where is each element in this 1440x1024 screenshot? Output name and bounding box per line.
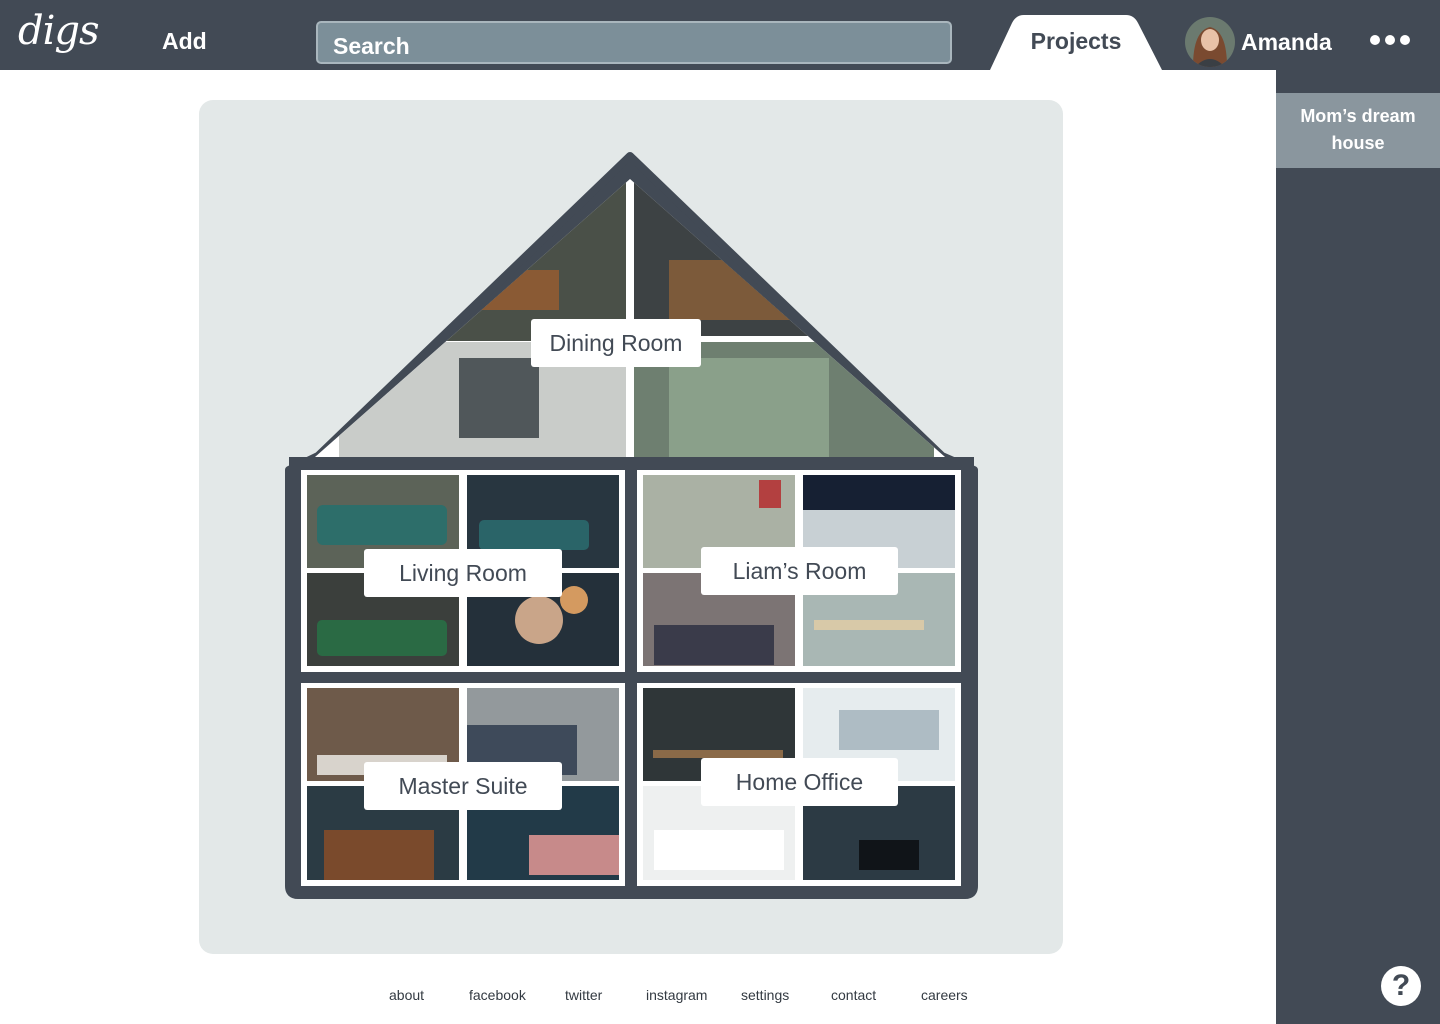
user-name[interactable]: Amanda xyxy=(1241,29,1332,56)
more-dots-icon[interactable] xyxy=(1368,26,1412,54)
projects-sidebar: Mom’s dream house ? xyxy=(1276,70,1440,1024)
help-button[interactable]: ? xyxy=(1381,966,1421,1006)
room-label-living-room[interactable]: Living Room xyxy=(364,549,562,597)
house-panel: Dining Room Living Room Liam’s Room Mast… xyxy=(199,100,1063,954)
top-nav-bar: digs Add Projects Amanda xyxy=(0,0,1440,70)
tab-projects-label: Projects xyxy=(1030,28,1122,54)
project-item-moms-dream-house[interactable]: Mom’s dream house xyxy=(1276,93,1440,168)
room-label-liams-room[interactable]: Liam’s Room xyxy=(701,547,898,595)
search-input[interactable] xyxy=(316,21,952,64)
room-label-dining-room[interactable]: Dining Room xyxy=(531,319,701,367)
tab-projects[interactable]: Projects xyxy=(990,15,1162,70)
room-label-master-suite[interactable]: Master Suite xyxy=(364,762,562,810)
footer-link-about[interactable]: about xyxy=(389,987,424,1003)
footer-link-settings[interactable]: settings xyxy=(741,987,789,1003)
house-illustration xyxy=(285,152,978,899)
room-label-home-office[interactable]: Home Office xyxy=(701,758,898,806)
footer-link-careers[interactable]: careers xyxy=(921,987,968,1003)
footer-link-facebook[interactable]: facebook xyxy=(469,987,526,1003)
user-avatar[interactable] xyxy=(1185,17,1235,67)
footer-link-twitter[interactable]: twitter xyxy=(565,987,602,1003)
digs-logo[interactable]: digs xyxy=(18,8,100,54)
footer-link-contact[interactable]: contact xyxy=(831,987,876,1003)
footer-link-instagram[interactable]: instagram xyxy=(646,987,707,1003)
add-button[interactable]: Add xyxy=(162,28,207,55)
